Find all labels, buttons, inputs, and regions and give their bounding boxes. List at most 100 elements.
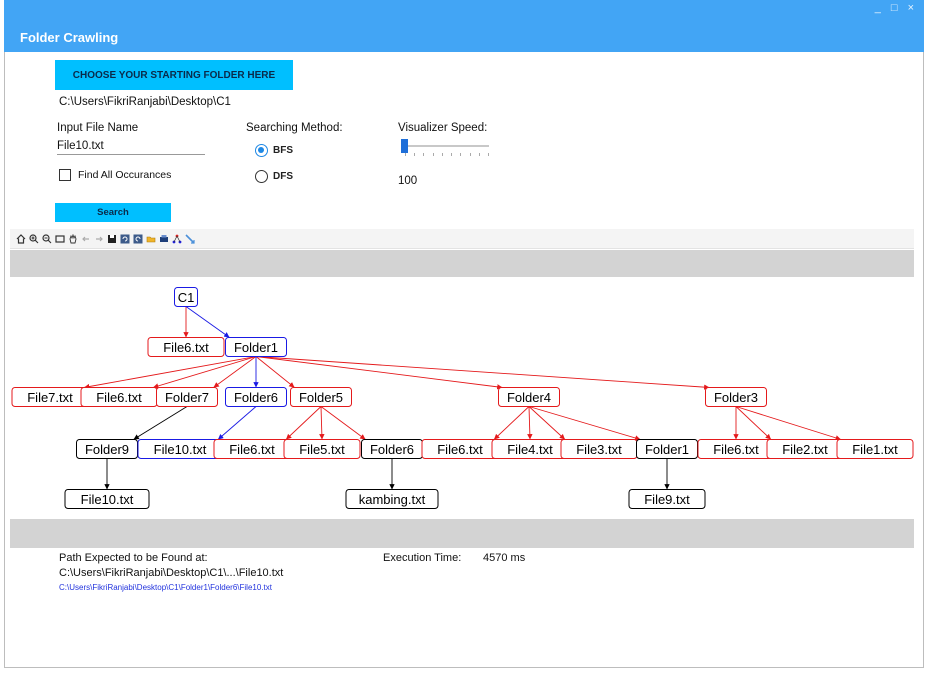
graph-node-label: File9.txt	[644, 492, 690, 507]
search-method-label: Searching Method:	[246, 122, 343, 134]
graph-node-f6c[interactable]: File6.txt	[213, 439, 291, 459]
edge-folder3-f1	[735, 406, 842, 441]
graph-node-f1[interactable]: File1.txt	[836, 439, 914, 459]
graph-node-f5[interactable]: File5.txt	[283, 439, 361, 459]
graph-node-f10b[interactable]: File10.txt	[64, 489, 150, 509]
graph-node-folder4[interactable]: Folder4	[498, 387, 560, 407]
path-short: C:\Users\FikriRanjabi\Desktop\C1\...\Fil…	[59, 567, 284, 579]
title-bar: _ □ × Folder Crawling	[4, 0, 924, 52]
speed-slider-ticks	[405, 153, 489, 157]
zoom-out-icon[interactable]	[42, 233, 52, 244]
graph-node-f4[interactable]: File4.txt	[491, 439, 569, 459]
zoom-rect-icon[interactable]	[55, 234, 65, 244]
layout-graph-icon[interactable]	[172, 234, 182, 244]
bfs-label: BFS	[273, 145, 293, 156]
graph-node-label: C1	[178, 290, 195, 305]
graph-node-folder6b[interactable]: Folder6	[361, 439, 423, 459]
graph-node-folder5[interactable]: Folder5	[290, 387, 352, 407]
forward-arrow-icon[interactable]	[94, 234, 104, 244]
graph-node-label: Folder3	[714, 390, 758, 405]
speed-label: Visualizer Speed:	[398, 122, 488, 134]
graph-node-label: Folder4	[507, 390, 551, 405]
minimize-icon[interactable]: _	[875, 2, 881, 14]
save-icon[interactable]	[107, 234, 117, 244]
edge-tool-icon[interactable]	[185, 233, 195, 244]
undo-icon[interactable]	[120, 234, 130, 244]
graph-node-label: File10.txt	[154, 442, 207, 457]
folder-graph: C1 File6.txt Folder1 File7.txt File6.txt Fold…	[11, 287, 914, 509]
graph-node-label: File3.txt	[576, 442, 622, 457]
graph-node-folder1b[interactable]: Folder1	[636, 439, 698, 459]
graph-node-label: Folder5	[299, 390, 343, 405]
graph-toolbar	[10, 229, 914, 249]
path-label: Path Expected to be Found at:	[59, 552, 208, 564]
back-arrow-icon[interactable]	[81, 234, 91, 244]
exec-time-value: 4570 ms	[483, 552, 526, 564]
pan-hand-icon[interactable]	[68, 233, 78, 244]
speed-value: 100	[398, 175, 418, 187]
graph-node-label: File5.txt	[299, 442, 345, 457]
edge-folder5-f6c	[285, 406, 322, 440]
edge-folder5-f5	[319, 406, 325, 440]
edge-folder1-folder5	[255, 356, 295, 388]
graph-node-label: File6.txt	[437, 442, 483, 457]
graph-node-label: Folder6	[370, 442, 414, 457]
graph-top-bar	[10, 250, 914, 277]
graph-node-folder9[interactable]: Folder9	[76, 439, 138, 459]
search-button[interactable]: Search	[55, 203, 171, 222]
graph-node-folder6a[interactable]: Folder6	[225, 387, 287, 407]
edge-folder1-folder7	[213, 356, 257, 388]
choose-folder-button[interactable]: CHOOSE YOUR STARTING FOLDER HERE	[55, 60, 293, 90]
graph-node-f7[interactable]: File7.txt	[11, 387, 89, 407]
dfs-radio[interactable]	[255, 170, 268, 183]
graph-node-label: File6.txt	[96, 390, 142, 405]
graph-node-label: Folder1	[234, 340, 278, 355]
maximize-icon[interactable]: □	[891, 2, 898, 14]
graph-node-f6e[interactable]: File6.txt	[697, 439, 775, 459]
speed-slider-track[interactable]	[401, 145, 489, 147]
close-icon[interactable]: ×	[908, 2, 914, 14]
edge-folder7-folder9	[133, 406, 188, 440]
edge-folder4-f4	[527, 406, 533, 440]
graph-node-f6d[interactable]: File6.txt	[421, 439, 499, 459]
speed-slider-thumb[interactable]	[401, 139, 408, 153]
graph-node-f10a[interactable]: File10.txt	[137, 439, 223, 459]
window-controls: _ □ ×	[875, 2, 914, 14]
graph-node-folder1[interactable]: Folder1	[225, 337, 287, 357]
open-folder-icon[interactable]	[146, 234, 156, 244]
zoom-in-icon[interactable]	[29, 233, 39, 244]
edge-folder4-folder1b	[528, 406, 641, 441]
graph-node-f2[interactable]: File2.txt	[766, 439, 844, 459]
edge-c1-folder1	[185, 306, 230, 338]
bfs-radio[interactable]	[255, 144, 268, 157]
home-icon[interactable]	[16, 233, 26, 244]
graph-node-folder3[interactable]: Folder3	[705, 387, 767, 407]
graph-node-label: File6.txt	[229, 442, 275, 457]
graph-node-label: File6.txt	[713, 442, 759, 457]
graph-node-f6a[interactable]: File6.txt	[147, 337, 225, 357]
graph-node-kambing[interactable]: kambing.txt	[345, 489, 439, 509]
edge-folder1-folder4	[255, 356, 503, 390]
find-all-checkbox[interactable]	[59, 169, 71, 181]
start-path-text: C:\Users\FikriRanjabi\Desktop\C1	[59, 96, 231, 108]
edge-folder3-f2	[735, 406, 772, 440]
graph-node-label: Folder7	[165, 390, 209, 405]
graph-node-label: File10.txt	[81, 492, 134, 507]
file-name-input[interactable]: File10.txt	[57, 140, 104, 152]
graph-node-c1[interactable]: C1	[174, 287, 198, 307]
dfs-label: DFS	[273, 171, 293, 182]
graph-node-label: File6.txt	[163, 340, 209, 355]
print-icon[interactable]	[159, 234, 169, 244]
graph-bottom-bar	[10, 519, 914, 548]
graph-node-f9[interactable]: File9.txt	[628, 489, 706, 509]
graph-node-folder7[interactable]: Folder7	[156, 387, 218, 407]
graph-node-f6b[interactable]: File6.txt	[80, 387, 158, 407]
graph-node-label: File7.txt	[27, 390, 73, 405]
graph-node-label: kambing.txt	[359, 492, 426, 507]
edge-folder1-folder3	[255, 356, 710, 390]
graph-node-label: File2.txt	[782, 442, 828, 457]
edge-folder4-f6d	[493, 406, 530, 440]
graph-node-f3[interactable]: File3.txt	[560, 439, 638, 459]
redo-icon[interactable]	[133, 234, 143, 244]
graph-node-label: Folder9	[85, 442, 129, 457]
